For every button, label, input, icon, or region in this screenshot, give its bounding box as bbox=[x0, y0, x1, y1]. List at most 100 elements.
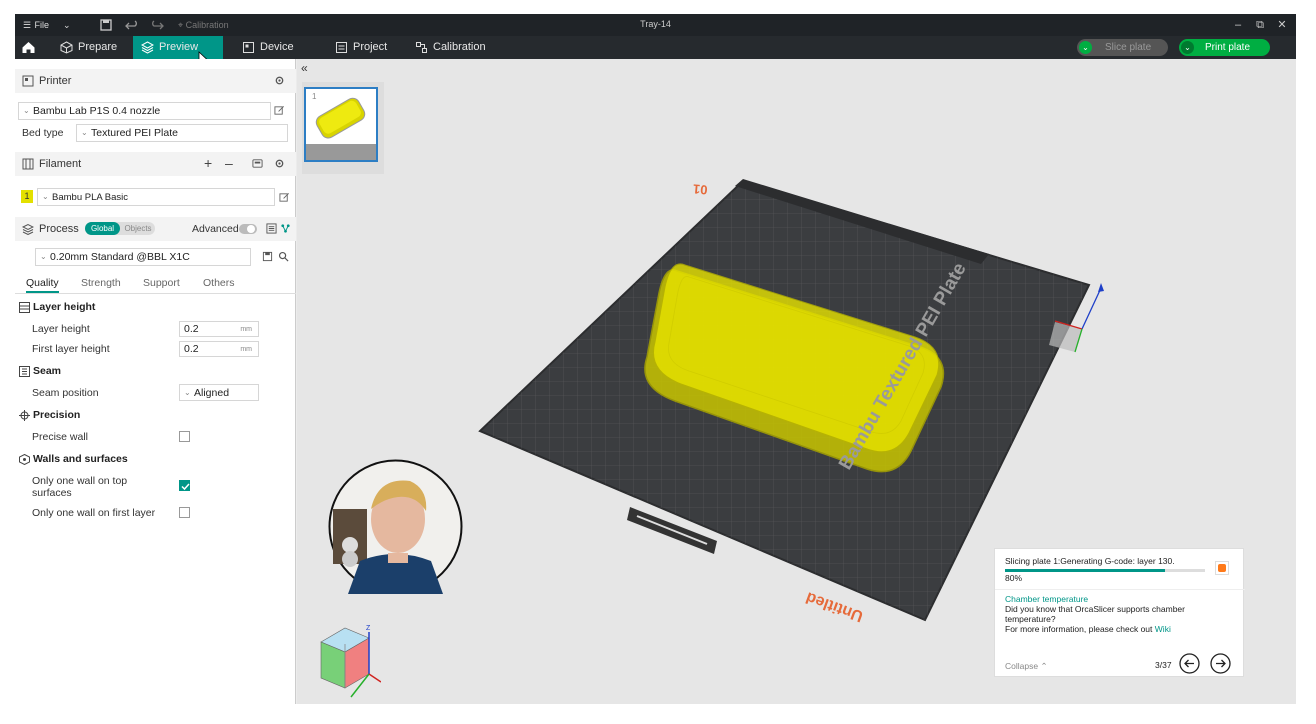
walls-icon bbox=[19, 454, 30, 465]
close-button[interactable]: ✕ bbox=[1274, 17, 1290, 33]
bed-type-select[interactable]: ⌄ Textured PEI Plate bbox=[76, 124, 288, 142]
subtab-others[interactable]: Others bbox=[203, 277, 235, 289]
subtab-quality[interactable]: Quality bbox=[26, 277, 59, 293]
app-window: ☰ File ⌄ ⌖ Calibration Tray-14 – ⧉ ✕ Pre… bbox=[15, 14, 1296, 704]
chevron-down-icon: ⌄ bbox=[184, 388, 191, 397]
precise-wall-checkbox[interactable] bbox=[179, 431, 190, 442]
slicing-progress-text: 80% bbox=[1005, 573, 1023, 583]
main-nav: Prepare Preview Device Project Calibrati… bbox=[15, 36, 1296, 65]
process-header-label: Process bbox=[39, 223, 79, 235]
add-filament-icon[interactable]: + bbox=[204, 155, 212, 171]
redo-icon[interactable] bbox=[149, 17, 165, 33]
3d-viewport[interactable]: « 1 01 Bambu Textured PEI Plate Untitled… bbox=[297, 59, 1296, 704]
divider bbox=[995, 589, 1245, 590]
bed-type-value: Textured PEI Plate bbox=[91, 127, 178, 139]
slicing-status-text: Slicing plate 1:Generating G-code: layer… bbox=[1005, 556, 1175, 566]
group-walls-and-surfaces: Walls and surfaces bbox=[33, 453, 128, 465]
objects-option[interactable]: Objects bbox=[121, 222, 155, 235]
slicing-notification: Slicing plate 1:Generating G-code: layer… bbox=[994, 548, 1245, 677]
one-wall-first-layer-label: Only one wall on first layer bbox=[32, 507, 156, 519]
tab-calibration-label: Calibration bbox=[433, 41, 486, 53]
tab-prepare-label: Prepare bbox=[78, 41, 118, 53]
layer-height-input[interactable]: 0.2 mm bbox=[179, 321, 259, 337]
tab-calibration[interactable]: Calibration bbox=[407, 36, 497, 59]
settings-panel: Printer ⌄ Bambu Lab P1S 0.4 nozzle Bed t… bbox=[15, 59, 296, 704]
first-layer-height-input[interactable]: 0.2 mm bbox=[179, 341, 259, 357]
stop-icon bbox=[1218, 564, 1226, 572]
maximize-button[interactable]: ⧉ bbox=[1252, 17, 1268, 33]
calibration-shortcut[interactable]: ⌖ Calibration bbox=[178, 18, 229, 32]
collapse-button[interactable]: Collapse ⌃ bbox=[1005, 661, 1048, 672]
edit-icon[interactable] bbox=[274, 105, 285, 116]
filament-section-header: Filament + – bbox=[15, 152, 296, 176]
remove-filament-icon[interactable]: – bbox=[225, 155, 233, 171]
tip-text-line-3: For more information, please check out W… bbox=[1005, 624, 1171, 634]
calibration-shortcut-label: Calibration bbox=[185, 20, 229, 30]
file-menu[interactable]: ☰ File bbox=[23, 18, 49, 32]
project-icon bbox=[336, 42, 347, 53]
compare-icon[interactable] bbox=[266, 223, 277, 234]
next-tip-button[interactable] bbox=[1210, 653, 1231, 674]
undo-icon[interactable] bbox=[124, 17, 140, 33]
advanced-label: Advanced bbox=[192, 223, 239, 235]
layer-height-value: 0.2 bbox=[184, 323, 199, 335]
printer-section-header: Printer bbox=[15, 69, 296, 93]
tab-device[interactable]: Device bbox=[234, 36, 314, 59]
one-wall-top-checkbox[interactable] bbox=[179, 480, 190, 491]
search-icon[interactable] bbox=[278, 251, 289, 262]
filament-select[interactable]: ⌄ Bambu PLA Basic bbox=[37, 188, 275, 206]
group-layer-height: Layer height bbox=[33, 301, 96, 313]
home-icon[interactable] bbox=[21, 40, 36, 55]
first-layer-height-value: 0.2 bbox=[184, 343, 199, 355]
filament-header-label: Filament bbox=[39, 158, 82, 170]
global-objects-toggle[interactable]: Global Objects bbox=[85, 222, 155, 235]
process-preset-select[interactable]: ⌄ 0.20mm Standard @BBL X1C bbox=[35, 248, 251, 266]
subtab-support[interactable]: Support bbox=[143, 277, 180, 289]
chevron-down-icon[interactable]: ⌄ bbox=[1079, 41, 1092, 54]
seam-position-select[interactable]: ⌄ Aligned bbox=[179, 384, 259, 401]
tab-device-label: Device bbox=[260, 41, 294, 53]
filament-color-swatch[interactable]: 1 bbox=[21, 190, 33, 203]
tip-text-line-1: Did you know that OrcaSlicer supports ch… bbox=[1005, 604, 1185, 614]
chevron-down-icon[interactable]: ⌄ bbox=[1181, 41, 1194, 54]
tip-text-line-3-label: For more information, please check out bbox=[1005, 624, 1153, 634]
edit-icon[interactable] bbox=[279, 192, 290, 203]
save-icon[interactable] bbox=[98, 17, 114, 33]
seam-icon bbox=[19, 366, 30, 377]
process-icon bbox=[22, 223, 34, 235]
network-icon[interactable] bbox=[280, 223, 291, 234]
previous-tip-button[interactable] bbox=[1179, 653, 1200, 674]
global-option[interactable]: Global bbox=[85, 222, 120, 235]
plate-number-label: 01 bbox=[692, 181, 709, 198]
z-axis-label: Z bbox=[366, 625, 371, 632]
filament-sync-icon[interactable] bbox=[252, 158, 263, 169]
process-section-header: Process Global Objects Advanced bbox=[15, 217, 296, 241]
minimize-button[interactable]: – bbox=[1230, 17, 1246, 33]
view-cube[interactable] bbox=[311, 624, 381, 699]
slicing-progress-fill bbox=[1005, 569, 1165, 572]
tip-text-line-2: temperature? bbox=[1005, 614, 1056, 624]
menu-icon: ☰ bbox=[23, 20, 32, 30]
group-seam: Seam bbox=[33, 365, 62, 377]
gear-icon[interactable] bbox=[274, 75, 285, 86]
one-wall-first-layer-checkbox[interactable] bbox=[179, 507, 190, 518]
stop-slicing-button[interactable] bbox=[1215, 561, 1229, 575]
save-icon[interactable] bbox=[262, 251, 273, 262]
chevron-down-icon[interactable]: ⌄ bbox=[63, 18, 71, 32]
calibration-icon: ⌖ bbox=[178, 20, 184, 30]
print-plate-button[interactable]: ⌄ Print plate bbox=[1179, 39, 1270, 56]
tab-prepare[interactable]: Prepare bbox=[52, 36, 132, 59]
slice-plate-button[interactable]: ⌄ Slice plate bbox=[1077, 39, 1168, 56]
gear-icon[interactable] bbox=[274, 158, 285, 169]
tip-title[interactable]: Chamber temperature bbox=[1005, 594, 1088, 604]
tab-preview[interactable]: Preview bbox=[133, 36, 223, 59]
file-menu-label: File bbox=[34, 20, 50, 30]
subtab-strength[interactable]: Strength bbox=[81, 277, 121, 289]
tab-project[interactable]: Project bbox=[327, 36, 407, 59]
printer-select[interactable]: ⌄ Bambu Lab P1S 0.4 nozzle bbox=[18, 102, 271, 120]
checkmark-icon bbox=[181, 483, 190, 491]
wiki-link[interactable]: Wiki bbox=[1155, 624, 1171, 634]
seam-position-label: Seam position bbox=[32, 387, 99, 399]
advanced-toggle[interactable] bbox=[239, 224, 257, 234]
seam-position-value: Aligned bbox=[194, 387, 230, 399]
